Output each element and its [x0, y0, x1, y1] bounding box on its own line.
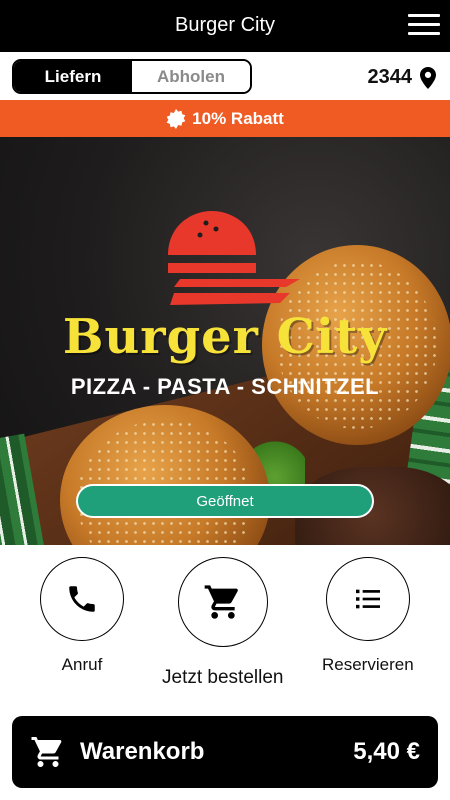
burger-logo-icon: [168, 211, 300, 305]
badge-icon: [166, 108, 186, 129]
brand-name: Burger City: [62, 309, 388, 365]
order-now-action[interactable]: Jetzt bestellen: [162, 557, 283, 689]
order-now-button[interactable]: [177, 557, 268, 647]
call-label: Anruf: [61, 655, 103, 674]
discount-text: 10% Rabatt: [192, 108, 284, 128]
reserve-label: Reservieren: [322, 655, 414, 674]
discount-banner[interactable]: 10% Rabatt: [0, 100, 450, 137]
hero-banner: Burger City PIZZA - PASTA - SCHNITZEL Ge…: [0, 137, 450, 545]
cart-button[interactable]: Warenkorb 5,40 €: [12, 716, 438, 788]
app-title: Burger City: [174, 14, 276, 36]
shopping-cart-icon: [204, 585, 238, 619]
order-now-label: Jetzt bestellen: [162, 667, 284, 688]
delivery-option[interactable]: Liefern: [14, 61, 132, 92]
quick-actions: Anruf Jetzt bestellen Reservieren: [0, 545, 450, 705]
phone-icon: [69, 586, 95, 612]
shopping-cart-icon: [31, 737, 62, 767]
order-mode-row: Liefern Abholen 2344: [0, 52, 450, 100]
reserve-button[interactable]: [325, 557, 410, 641]
list-icon: [355, 589, 380, 609]
pickup-option[interactable]: Abholen: [132, 61, 250, 92]
location-selector[interactable]: 2344: [367, 66, 436, 89]
cart-total: 5,40 €: [353, 738, 420, 765]
location-code: 2344: [367, 66, 413, 88]
order-mode-toggle: Liefern Abholen: [12, 59, 252, 94]
open-status-badge[interactable]: Geöffnet: [76, 484, 374, 518]
cart-label: Warenkorb: [80, 738, 205, 765]
call-button[interactable]: [40, 557, 124, 641]
brand-tagline: PIZZA - PASTA - SCHNITZEL: [70, 374, 380, 399]
reserve-action[interactable]: Reservieren: [322, 557, 414, 675]
map-pin-icon: [420, 66, 436, 89]
app-header: Burger City: [0, 0, 450, 52]
hamburger-menu-icon[interactable]: [408, 14, 440, 38]
call-action[interactable]: Anruf: [40, 557, 124, 675]
